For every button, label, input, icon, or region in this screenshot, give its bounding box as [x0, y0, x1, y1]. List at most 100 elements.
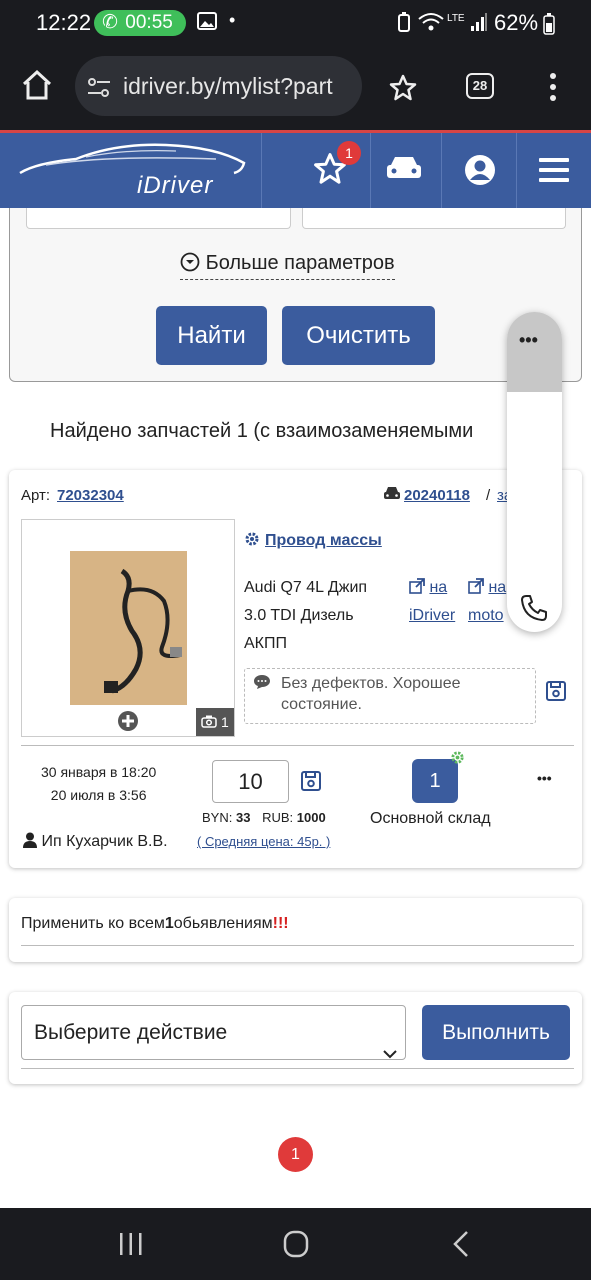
status-time: 12:22 — [36, 10, 92, 35]
idriver-link-target: iDriver — [409, 607, 456, 624]
average-price-link[interactable]: ( Средняя цена: 45р. ) — [197, 834, 330, 849]
home-button-icon[interactable] — [283, 1230, 309, 1263]
header-divider — [261, 133, 262, 208]
site-logo[interactable]: iDriver — [137, 172, 213, 200]
art-label: Арт: — [21, 487, 51, 504]
description-field[interactable]: Без дефектов. Хорошее состояние. — [244, 668, 536, 724]
notification-dot-icon: • — [229, 10, 236, 30]
camera-icon — [201, 714, 221, 730]
page-content: Больше параметров Найти Очистить Найдено… — [0, 208, 591, 1208]
floating-contact-widget[interactable]: ••• — [507, 312, 562, 632]
chevron-down-circle-icon — [180, 252, 200, 278]
results-count: Найдено запчастей 1 (с взаимозаменяемыми — [50, 420, 474, 442]
execute-button[interactable]: Выполнить — [422, 1005, 570, 1060]
favorites-badge: 1 — [337, 141, 361, 165]
call-indicator[interactable]: ✆ 00:55 — [94, 10, 186, 36]
price-conversion: BYN: 33 RUB: 1000 — [202, 810, 326, 825]
more-params-label: Больше параметров — [205, 252, 395, 274]
phone-icon: ✆ — [102, 12, 118, 33]
seller[interactable]: Ип Кухарчик В.В. — [23, 832, 168, 851]
part-photo[interactable] — [70, 551, 187, 705]
byn-label: BYN: — [202, 810, 233, 825]
action-divider — [21, 1068, 574, 1069]
add-photo-icon[interactable] — [117, 710, 139, 737]
apply-to-all-panel: Применить ко всем1обьявлениям!!! — [9, 898, 582, 962]
part-card: Арт: 72032304 20240118 / за...ии — [9, 470, 582, 868]
site-settings-icon[interactable] — [86, 75, 112, 106]
header-divider — [441, 133, 442, 208]
address-bar[interactable]: idriver.by/mylist?part — [75, 56, 362, 116]
action-select[interactable]: Выберите действие — [21, 1005, 406, 1060]
save-description-icon[interactable] — [546, 681, 566, 706]
hamburger-menu-icon[interactable] — [539, 157, 569, 188]
wifi-icon — [418, 12, 444, 37]
card-divider — [21, 745, 574, 746]
stock-settings-gear-icon[interactable] — [450, 750, 465, 770]
apply-to-all-text[interactable]: Применить ко всем1обьявлениям!!! — [21, 915, 289, 933]
search-field-left[interactable] — [26, 208, 291, 229]
header-divider — [370, 133, 371, 208]
user-account-icon[interactable] — [464, 154, 496, 191]
part-photo-frame[interactable]: 1 — [21, 519, 235, 737]
idriver-link-label: на — [429, 579, 448, 596]
status-bar: 12:22 ✆ 00:55 • LTE 62% — [0, 0, 591, 46]
car-model: Audi Q7 4L Джип — [244, 579, 368, 596]
find-button[interactable]: Найти — [156, 306, 267, 365]
moto-link-label: на — [488, 579, 507, 596]
external-link-icon — [468, 578, 484, 596]
recent-apps-icon[interactable] — [118, 1232, 144, 1261]
tab-switcher-button[interactable]: 28 — [466, 73, 494, 99]
part-name-link[interactable]: Провод массы — [265, 532, 382, 550]
search-field-right[interactable] — [302, 208, 566, 229]
comment-icon — [253, 674, 271, 696]
idriver-link[interactable]: на iDriver — [409, 574, 455, 630]
home-icon[interactable] — [20, 68, 54, 107]
apply-prefix: Применить ко всем — [21, 915, 165, 932]
user-icon — [23, 832, 37, 850]
card-more-menu[interactable]: ••• — [537, 770, 552, 786]
volte-icon: LTE — [447, 13, 465, 24]
apply-divider — [21, 945, 574, 946]
description-text: Без дефектов. Хорошее состояние. — [281, 675, 461, 713]
clear-button[interactable]: Очистить — [282, 306, 435, 365]
gear-icon — [244, 531, 260, 552]
search-panel: Больше параметров Найти Очистить — [9, 208, 582, 382]
dates: 30 января в 18:20 20 июля в 3:56 — [41, 761, 156, 807]
seller-name: Ип Кухарчик В.В. — [41, 833, 168, 850]
photo-count-badge[interactable]: 1 — [196, 708, 234, 736]
save-price-icon[interactable] — [301, 771, 321, 796]
url-text: idriver.by/mylist?part — [123, 73, 333, 99]
date-updated: 20 июля в 3:56 — [50, 787, 147, 803]
back-icon[interactable] — [452, 1230, 470, 1263]
external-link-icon — [409, 578, 425, 596]
moto-link-target: moto — [468, 607, 504, 624]
apply-count: 1 — [164, 915, 174, 932]
browser-menu-icon[interactable] — [548, 72, 558, 107]
garage-car-icon[interactable] — [385, 155, 423, 188]
price-input[interactable]: 10 — [212, 760, 289, 803]
car-engine: 3.0 TDI Дизель — [244, 607, 354, 624]
rub-value: 1000 — [296, 810, 326, 825]
more-params-toggle[interactable]: Больше параметров — [180, 252, 395, 280]
car-info: Audi Q7 4L Джип 3.0 TDI Дизель АКПП — [244, 574, 367, 658]
pagination-current-page[interactable]: 1 — [278, 1137, 313, 1172]
art-number-link[interactable]: 72032304 — [57, 487, 124, 504]
photo-count: 1 — [221, 714, 229, 730]
browser-toolbar: idriver.by/mylist?part 28 — [0, 46, 591, 130]
floating-menu-icon[interactable]: ••• — [519, 330, 538, 351]
battery-icon — [543, 13, 555, 40]
bulk-action-panel: Выберите действие Выполнить — [9, 992, 582, 1084]
date-created: 30 января в 18:20 — [41, 764, 157, 780]
car-icon — [383, 486, 401, 507]
gallery-icon — [197, 12, 217, 35]
moto-link[interactable]: на moto — [468, 574, 506, 630]
link-separator: / — [486, 487, 491, 504]
car-transmission: АКПП — [244, 635, 287, 652]
phone-call-icon[interactable] — [520, 594, 548, 627]
bookmark-star-icon[interactable] — [388, 73, 418, 108]
car-id-link[interactable]: 20240118 — [404, 487, 470, 504]
battery-saver-icon — [397, 12, 411, 37]
apply-suffix: обьявлениям — [173, 915, 273, 932]
floating-widget-header[interactable]: ••• — [507, 312, 562, 392]
warehouse-label: Основной склад — [370, 810, 491, 827]
